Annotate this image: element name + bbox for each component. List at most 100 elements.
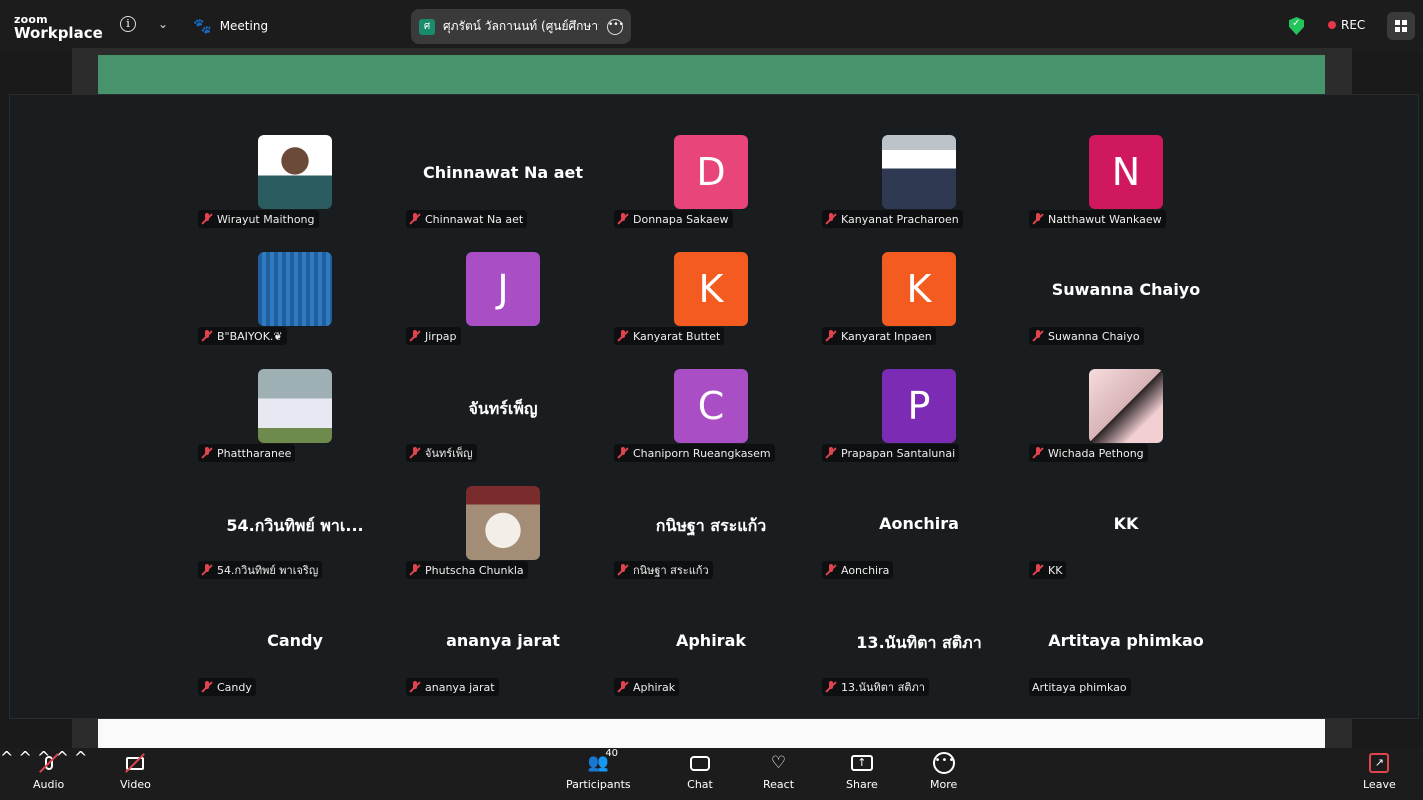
participant-avatar: J (466, 252, 540, 326)
participant-tile[interactable]: ananya jarat ananya jarat (406, 603, 598, 713)
mic-muted-icon (617, 213, 629, 225)
mic-muted-icon (409, 447, 421, 459)
speaker-name: ศุภรัตน์ วัลกานนท์ (ศูนย์ศึกษานานา (443, 19, 599, 33)
mic-muted-icon (201, 447, 213, 459)
audio-button[interactable]: Audio (33, 752, 64, 791)
participant-tile[interactable]: Chinnawat Na aet Chinnawat Na aet (406, 135, 598, 245)
mic-muted-icon (825, 213, 837, 225)
participant-name: Suwanna Chaiyo (1048, 329, 1140, 343)
participant-name-label: Wirayut Maithong (198, 210, 319, 228)
share-button[interactable]: ↑ Share (846, 752, 878, 791)
shared-screen-header (98, 55, 1325, 95)
participant-name: Candy (217, 680, 252, 694)
mic-muted-icon (201, 213, 213, 225)
participant-tile[interactable]: J Jirpap (406, 252, 598, 362)
rec-label: REC (1341, 18, 1366, 32)
participant-name: ananya jarat (425, 680, 495, 694)
audio-options-caret-icon[interactable]: ^ (0, 748, 13, 767)
mic-muted-icon (201, 564, 213, 576)
mic-muted-icon (617, 681, 629, 693)
participant-tile[interactable]: N Natthawut Wankaew (1029, 135, 1221, 245)
share-options-caret-icon[interactable]: ^ (74, 748, 87, 767)
participant-name-label: Aphirak (614, 678, 680, 696)
participant-photo (882, 135, 956, 209)
chat-label: Chat (687, 778, 713, 791)
participant-tile[interactable]: Wichada Pethong (1029, 369, 1221, 479)
chat-icon (687, 752, 713, 774)
participant-name-label: B"BAIYOK.❦ (198, 327, 287, 345)
mic-muted-icon (36, 752, 62, 774)
security-shield-icon[interactable] (1289, 17, 1304, 35)
participant-name-label: Chaniporn Rueangkasem (614, 444, 775, 462)
meeting-toolbar: Audio ^ Video ^ 👥 40 Participants ^ Chat … (0, 748, 1423, 800)
participant-name-label: กนิษฐา สระแก้ว (614, 561, 713, 579)
participant-tile[interactable]: จันทร์เพ็ญ จันทร์เพ็ญ (406, 369, 598, 479)
more-options-icon[interactable]: ••• (607, 18, 624, 35)
participant-display-name: Aphirak (675, 631, 747, 650)
participant-display-name: ananya jarat (446, 631, 560, 650)
participant-tile[interactable]: Phutscha Chunkla (406, 486, 598, 596)
participant-display-name: Artitaya phimkao (1048, 631, 1204, 650)
leave-button[interactable]: ↗ Leave (1363, 752, 1396, 791)
participant-tile[interactable]: Suwanna Chaiyo Suwanna Chaiyo (1029, 252, 1221, 362)
participant-name-label: Candy (198, 678, 256, 696)
participant-tile[interactable]: Phattharanee (198, 369, 390, 479)
meeting-menu[interactable]: 🐾 Meeting (193, 17, 268, 35)
participant-tile[interactable]: Wirayut Maithong (198, 135, 390, 245)
more-label: More (930, 778, 958, 791)
more-button[interactable]: ••• More (930, 752, 957, 791)
participant-tile[interactable]: Candy Candy (198, 603, 390, 713)
participant-avatar: N (1089, 135, 1163, 209)
mic-muted-icon (825, 447, 837, 459)
participant-name-label: Kanyarat Buttet (614, 327, 725, 345)
view-layout-button[interactable] (1387, 12, 1415, 40)
participant-tile[interactable]: กนิษฐา สระแก้ว กนิษฐา สระแก้ว (614, 486, 806, 596)
recording-indicator[interactable]: REC (1328, 18, 1365, 32)
mic-muted-icon (1032, 447, 1044, 459)
participant-display-name: KK (1113, 514, 1139, 533)
participant-tile[interactable]: 13.นันทิตา สติภา 13.นันทิตา สติภา (822, 603, 1014, 713)
participant-tile[interactable]: K Kanyarat Inpaen (822, 252, 1014, 362)
participant-tile[interactable]: C Chaniporn Rueangkasem (614, 369, 806, 479)
info-icon[interactable]: i (120, 16, 136, 32)
more-icon: ••• (931, 752, 957, 774)
participant-name-label: จันทร์เพ็ญ (406, 444, 477, 462)
participants-count: 40 (605, 748, 619, 759)
participant-display-name: 54.กวินทิพย์ พาเ... (226, 516, 364, 535)
participant-avatar: P (882, 369, 956, 443)
participant-name: Natthawut Wankaew (1048, 212, 1162, 226)
video-label: Video (120, 778, 151, 791)
participant-tile[interactable]: K Kanyarat Buttet (614, 252, 806, 362)
speaker-avatar: ศ (419, 18, 435, 35)
participant-name-label: Aonchira (822, 561, 894, 579)
chevron-down-icon[interactable]: ⌄ (158, 17, 168, 31)
participant-name: 54.กวินทิพย์ พาเจริญ (217, 564, 319, 577)
participant-name: Jirpap (425, 329, 457, 343)
participant-display-name: Candy (267, 631, 323, 650)
react-button[interactable]: ♡ React (763, 752, 794, 791)
participant-avatar: D (674, 135, 748, 209)
participant-tile[interactable]: 54.กวินทิพย์ พาเ... 54.กวินทิพย์ พาเจริญ (198, 486, 390, 596)
participant-name-label: Jirpap (406, 327, 461, 345)
heart-icon: ♡ (770, 753, 787, 773)
participant-display-name: จันทร์เพ็ญ (468, 399, 538, 418)
mic-muted-icon (409, 330, 421, 342)
participant-tile[interactable]: P Prapapan Santalunai (822, 369, 1014, 479)
participant-tile[interactable]: Aphirak Aphirak (614, 603, 806, 713)
participant-tile[interactable]: KK KK (1029, 486, 1221, 596)
video-button[interactable]: Video (120, 752, 151, 791)
participant-tile[interactable]: Artitaya phimkao Artitaya phimkao (1029, 603, 1221, 713)
participant-tile[interactable]: Kanyanat Pracharoen (822, 135, 1014, 245)
participant-name: Wirayut Maithong (217, 212, 315, 226)
active-speaker-chip[interactable]: ศ ศุภรัตน์ วัลกานนท์ (ศูนย์ศึกษานานา ••• (411, 9, 631, 44)
participants-button[interactable]: 👥 40 Participants (566, 748, 631, 791)
mic-muted-icon (409, 564, 421, 576)
participant-name: จันทร์เพ็ญ (425, 447, 473, 460)
shared-screen-footer (98, 716, 1325, 748)
chat-button[interactable]: Chat (687, 752, 713, 791)
participant-tile[interactable]: B"BAIYOK.❦ (198, 252, 390, 362)
video-options-caret-icon[interactable]: ^ (19, 748, 32, 767)
participant-tile[interactable]: D Donnapa Sakaew (614, 135, 806, 245)
paw-icon: 🐾 (193, 17, 212, 35)
participant-tile[interactable]: Aonchira Aonchira (822, 486, 1014, 596)
